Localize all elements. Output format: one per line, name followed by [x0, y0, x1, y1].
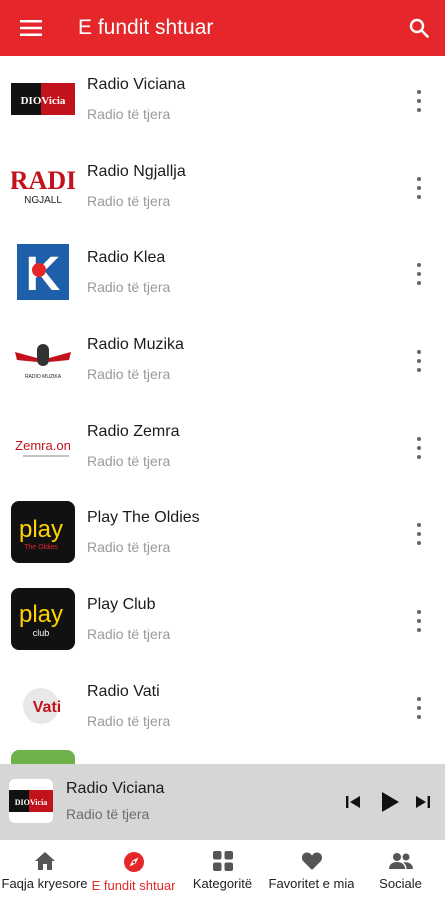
more-options-icon[interactable] — [413, 696, 425, 719]
mini-player[interactable]: DIOVicia Radio Viciana Radio të tjera — [0, 764, 445, 840]
station-logo-text: play — [19, 601, 63, 628]
skip-previous-icon[interactable] — [342, 790, 364, 814]
station-logo: Zemra.on — [11, 414, 75, 477]
nav-item-social[interactable]: Sociale — [356, 840, 445, 900]
station-logo-text: Vati — [33, 699, 61, 716]
more-options-icon[interactable] — [413, 350, 425, 373]
skip-next-icon[interactable] — [412, 790, 434, 814]
station-logo: Vati — [11, 674, 75, 737]
more-options-icon[interactable] — [413, 90, 425, 112]
station-name: Radio Vati — [87, 682, 160, 700]
station-category: Radio të tjera — [87, 279, 171, 296]
station-logo-text: DIOVicia — [21, 95, 66, 107]
station-logo-text: Zemra.on — [15, 438, 71, 453]
search-icon[interactable] — [393, 0, 445, 56]
svg-text:The Oldies: The Oldies — [24, 544, 58, 551]
nav-item-latest[interactable]: E fundit shtuar — [89, 840, 178, 900]
page-title: E fundit shtuar — [78, 16, 214, 39]
nav-item-favorites[interactable]: Favoritet e mia — [267, 840, 356, 900]
menu-icon[interactable] — [0, 0, 62, 56]
player-logo-text: DIOVicia — [15, 798, 48, 807]
svg-text:NGJALL: NGJALL — [24, 195, 62, 206]
station-category: Radio të tjera — [87, 626, 171, 643]
station-logo — [11, 750, 75, 764]
more-options-icon[interactable] — [413, 263, 425, 286]
station-category: Radio të tjera — [87, 539, 171, 556]
station-category: Radio të tjera — [87, 106, 171, 122]
list-item[interactable]: DIOVicia Radio Viciana Radio të tjera — [0, 56, 445, 143]
station-logo-text: play — [19, 516, 63, 543]
grid-icon — [212, 851, 233, 871]
station-logo-text: RADI — [11, 166, 75, 195]
station-logo: DIOVicia — [11, 68, 75, 130]
list-item[interactable]: Zemra.on Radio Zemra Radio të tjera — [0, 403, 445, 490]
nav-item-categories[interactable]: Kategoritë — [178, 840, 267, 900]
svg-text:club: club — [33, 628, 50, 638]
nav-label: Sociale — [379, 876, 422, 891]
player-subtitle: Radio të tjera — [66, 806, 150, 822]
list-item[interactable]: play club Play Club Radio të tjera — [0, 576, 445, 663]
player-title: Radio Viciana — [66, 780, 165, 797]
station-category: Radio të tjera — [87, 366, 171, 383]
heart-icon — [301, 852, 322, 870]
station-logo: play club — [11, 588, 75, 651]
list-item[interactable]: play The Oldies Play The Oldies Radio të… — [0, 489, 445, 576]
nav-label: E fundit shtuar — [91, 878, 176, 893]
station-logo: RADI NGJALL — [11, 154, 75, 217]
station-name: Play The Oldies — [87, 509, 200, 527]
station-category: Radio të tjera — [87, 452, 171, 469]
station-category: Radio të tjera — [87, 192, 171, 209]
station-logo-text: RADIO MUZIKA — [25, 374, 62, 380]
station-name: Radio Klea — [87, 249, 166, 267]
station-logo: K — [11, 241, 75, 304]
station-logo: play The Oldies — [11, 501, 75, 564]
player-station-logo: DIOVicia — [9, 779, 53, 823]
station-name: Radio Zemra — [87, 422, 180, 440]
station-list: DIOVicia Radio Viciana Radio të tjera RA… — [0, 56, 445, 764]
home-icon — [34, 852, 55, 870]
nav-item-home[interactable]: Faqja kryesore — [0, 840, 89, 900]
play-icon[interactable] — [376, 790, 404, 814]
station-name: Radio Ngjallja — [87, 162, 186, 180]
list-item[interactable]: Vati Radio Vati Radio të tjera — [0, 663, 445, 750]
more-options-icon[interactable] — [413, 436, 425, 459]
bottom-navigation: Faqja kryesore E fundit shtuar Kategorit… — [0, 840, 445, 900]
station-name: Play Club — [87, 596, 156, 614]
station-name: Radio Viciana — [87, 76, 186, 93]
nav-label: Kategoritë — [192, 876, 253, 891]
nav-label: Faqja kryesore — [1, 876, 88, 891]
more-options-icon[interactable] — [413, 610, 425, 633]
list-item[interactable]: K Radio Klea Radio të tjera — [0, 229, 445, 316]
nav-label: Favoritet e mia — [268, 876, 355, 891]
station-logo: RADIO MUZIKA — [11, 328, 75, 391]
list-item[interactable]: RADIO MUZIKA Radio Muzika Radio të tjera — [0, 316, 445, 403]
more-options-icon[interactable] — [413, 176, 425, 199]
app-bar: E fundit shtuar — [0, 0, 445, 56]
more-options-icon[interactable] — [413, 523, 425, 546]
station-name: Radio Muzika — [87, 336, 184, 354]
compass-icon — [123, 852, 144, 872]
list-item[interactable]: RADI NGJALL Radio Ngjallja Radio të tjer… — [0, 143, 445, 230]
people-icon — [388, 853, 413, 869]
station-category: Radio të tjera — [87, 712, 171, 729]
